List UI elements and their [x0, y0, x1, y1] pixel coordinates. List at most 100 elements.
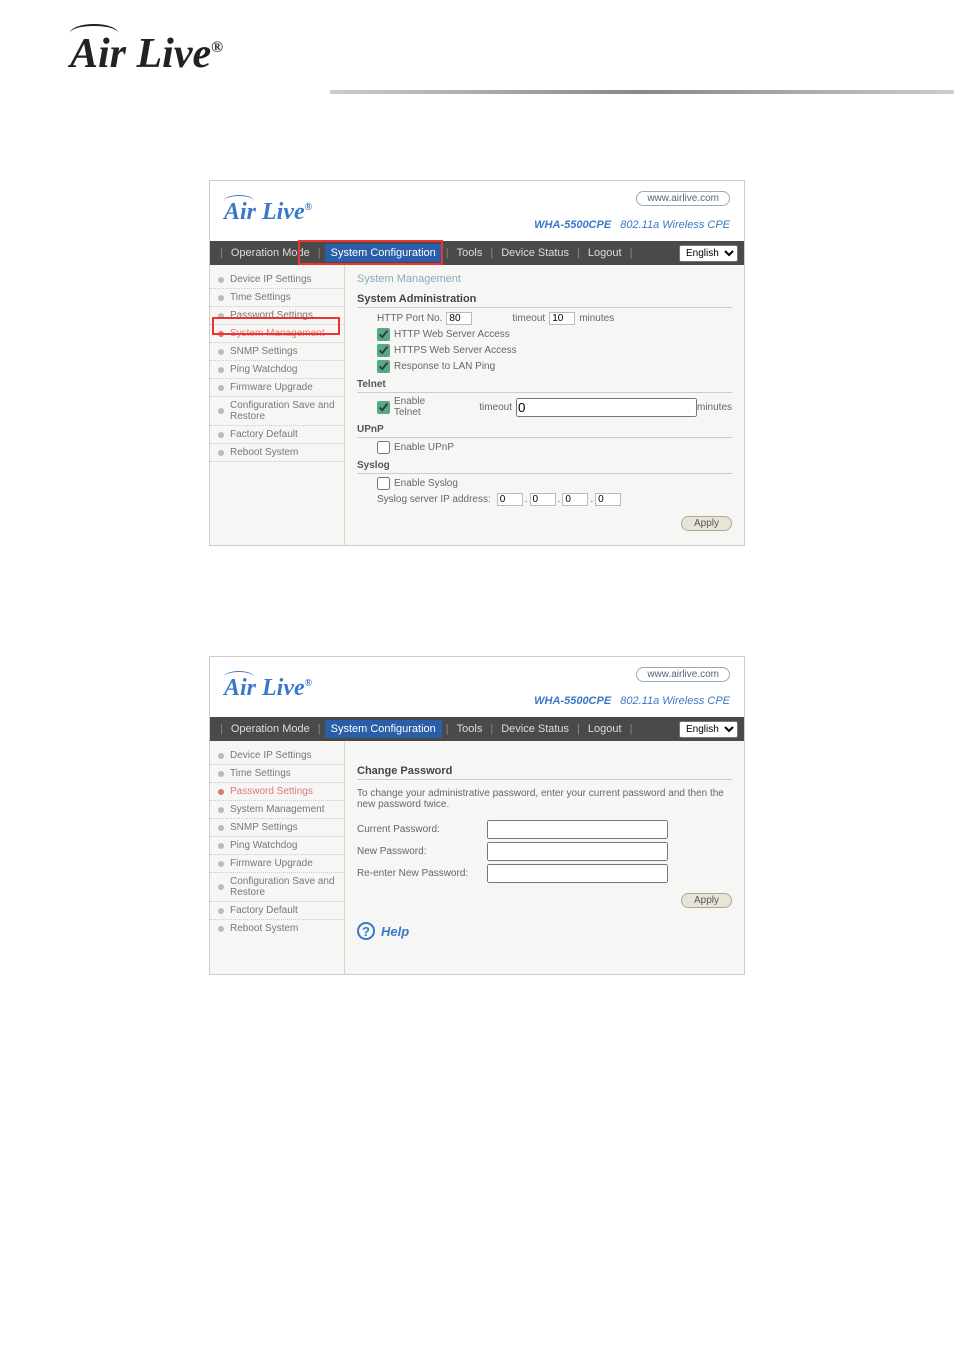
- timeout-input[interactable]: [549, 312, 575, 325]
- sidebar-item-device-ip[interactable]: Device IP Settings: [210, 271, 344, 289]
- help-text: Help: [381, 924, 409, 939]
- panel-header: Air Live® www.airlive.com WHA-5500CPE 80…: [210, 181, 744, 241]
- section-telnet: Telnet: [357, 379, 732, 393]
- apply-button[interactable]: Apply: [681, 893, 732, 908]
- menu-operation-mode[interactable]: Operation Mode: [227, 247, 314, 259]
- sidebar-item-firmware[interactable]: Firmware Upgrade: [210, 379, 344, 397]
- screenshot-system-management: Air Live® www.airlive.com WHA-5500CPE 80…: [209, 180, 745, 546]
- menu-system-config[interactable]: System Configuration: [325, 720, 442, 738]
- syslog-ip-1[interactable]: [497, 493, 523, 506]
- sidebar-item-firmware[interactable]: Firmware Upgrade: [210, 855, 344, 873]
- model-name: WHA-5500CPE: [534, 219, 611, 231]
- model-line: WHA-5500CPE 802.11a Wireless CPE: [534, 219, 730, 231]
- menu-device-status[interactable]: Device Status: [497, 247, 573, 259]
- reenter-password-label: Re-enter New Password:: [357, 868, 487, 879]
- sidebar-item-factory[interactable]: Factory Default: [210, 902, 344, 920]
- top-menu: | Operation Mode | System Configuration …: [210, 241, 744, 265]
- https-access-checkbox[interactable]: [377, 344, 390, 357]
- sidebar-item-reboot[interactable]: Reboot System: [210, 444, 344, 462]
- current-password-label: Current Password:: [357, 824, 487, 835]
- sidebar-item-password[interactable]: Password Settings: [210, 307, 344, 325]
- sidebar-item-ping[interactable]: Ping Watchdog: [210, 837, 344, 855]
- syslog-ip-3[interactable]: [562, 493, 588, 506]
- telnet-timeout-input[interactable]: [516, 398, 697, 417]
- sidebar: Device IP Settings Time Settings Passwor…: [210, 741, 345, 974]
- language-select[interactable]: English: [679, 721, 738, 738]
- sidebar-item-system-mgmt[interactable]: System Management: [210, 325, 344, 343]
- syslog-ip-4[interactable]: [595, 493, 621, 506]
- model-name: WHA-5500CPE: [534, 695, 611, 707]
- sidebar-item-config-save[interactable]: Configuration Save and Restore: [210, 873, 344, 902]
- panel-header: Air Live® www.airlive.com WHA-5500CPE 80…: [210, 657, 744, 717]
- new-password-label: New Password:: [357, 846, 487, 857]
- sidebar: Device IP Settings Time Settings Passwor…: [210, 265, 345, 545]
- header-divider: [330, 90, 954, 94]
- apply-button[interactable]: Apply: [681, 516, 732, 531]
- sidebar-item-time[interactable]: Time Settings: [210, 765, 344, 783]
- telnet-enable-checkbox[interactable]: [377, 401, 390, 414]
- section-upnp: UPnP: [357, 424, 732, 438]
- menu-operation-mode[interactable]: Operation Mode: [227, 723, 314, 735]
- sidebar-item-reboot[interactable]: Reboot System: [210, 920, 344, 937]
- section-syslog: Syslog: [357, 460, 732, 474]
- menu-logout[interactable]: Logout: [584, 723, 626, 735]
- timeout-label: timeout: [512, 313, 545, 324]
- model-desc: 802.11a Wireless CPE: [620, 695, 730, 707]
- brand-logo: Air Live®: [70, 30, 223, 78]
- help-link[interactable]: ? Help: [357, 922, 732, 940]
- telnet-timeout-unit: minutes: [697, 402, 732, 413]
- upnp-enable-checkbox[interactable]: [377, 441, 390, 454]
- syslog-enable-checkbox[interactable]: [377, 477, 390, 490]
- panel-brand: Air Live®: [224, 675, 312, 702]
- content-area: Change Password To change your administr…: [345, 741, 744, 974]
- menu-system-config[interactable]: System Configuration: [325, 244, 442, 262]
- menu-tools[interactable]: Tools: [453, 723, 487, 735]
- syslog-server-label: Syslog server IP address:: [377, 494, 491, 505]
- www-link[interactable]: www.airlive.com: [636, 667, 730, 682]
- https-access-label: HTTPS Web Server Access: [394, 345, 517, 356]
- sidebar-item-device-ip[interactable]: Device IP Settings: [210, 747, 344, 765]
- section-change-password: Change Password: [357, 765, 732, 780]
- http-access-checkbox[interactable]: [377, 328, 390, 341]
- sidebar-item-config-save[interactable]: Configuration Save and Restore: [210, 397, 344, 426]
- sidebar-item-factory[interactable]: Factory Default: [210, 426, 344, 444]
- model-line: WHA-5500CPE 802.11a Wireless CPE: [534, 695, 730, 707]
- top-menu: | Operation Mode | System Configuration …: [210, 717, 744, 741]
- sidebar-item-snmp[interactable]: SNMP Settings: [210, 819, 344, 837]
- lan-ping-checkbox[interactable]: [377, 360, 390, 373]
- www-link[interactable]: www.airlive.com: [636, 191, 730, 206]
- sidebar-item-snmp[interactable]: SNMP Settings: [210, 343, 344, 361]
- sidebar-item-password[interactable]: Password Settings: [210, 783, 344, 801]
- page-header: Air Live®: [0, 0, 954, 110]
- sidebar-item-ping[interactable]: Ping Watchdog: [210, 361, 344, 379]
- language-select[interactable]: English: [679, 245, 738, 262]
- reenter-password-input[interactable]: [487, 864, 668, 883]
- telnet-enable-label: Enable Telnet: [394, 396, 429, 418]
- panel-brand: Air Live®: [224, 199, 312, 226]
- telnet-timeout-label: timeout: [479, 402, 512, 413]
- help-icon: ?: [357, 922, 375, 940]
- menu-logout[interactable]: Logout: [584, 247, 626, 259]
- sidebar-item-system-mgmt[interactable]: System Management: [210, 801, 344, 819]
- timeout-unit: minutes: [579, 313, 614, 324]
- current-password-input[interactable]: [487, 820, 668, 839]
- lan-ping-label: Response to LAN Ping: [394, 361, 495, 372]
- upnp-enable-label: Enable UPnP: [394, 442, 454, 453]
- new-password-input[interactable]: [487, 842, 668, 861]
- section-sysadmin: System Administration: [357, 293, 732, 308]
- syslog-enable-label: Enable Syslog: [394, 478, 458, 489]
- http-port-label: HTTP Port No.: [377, 313, 442, 324]
- content-area: System Management System Administration …: [345, 265, 744, 545]
- brand-reg: ®: [211, 39, 223, 56]
- menu-tools[interactable]: Tools: [453, 247, 487, 259]
- password-instruction: To change your administrative password, …: [357, 788, 732, 810]
- screenshot-change-password: Air Live® www.airlive.com WHA-5500CPE 80…: [209, 656, 745, 975]
- http-access-label: HTTP Web Server Access: [394, 329, 510, 340]
- syslog-ip-2[interactable]: [530, 493, 556, 506]
- sidebar-item-time[interactable]: Time Settings: [210, 289, 344, 307]
- content-title: System Management: [357, 273, 732, 285]
- model-desc: 802.11a Wireless CPE: [620, 219, 730, 231]
- http-port-input[interactable]: [446, 312, 472, 325]
- menu-device-status[interactable]: Device Status: [497, 723, 573, 735]
- brand-name: Air Live: [70, 31, 211, 77]
